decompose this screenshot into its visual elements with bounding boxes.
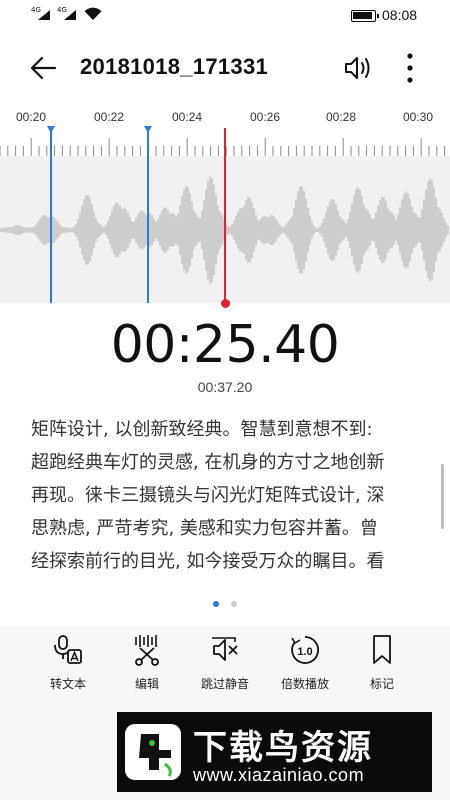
playback-speed-label: 倍数播放 — [280, 677, 329, 691]
recording-title: 20181018_171331 — [80, 54, 269, 79]
watermark-title: 下载鸟资源 — [193, 728, 373, 768]
bookmark-button[interactable]: 标记 — [344, 634, 420, 694]
skip-silence-button[interactable]: 跳过静音 — [187, 634, 263, 694]
page-indicator — [0, 600, 450, 610]
svg-text:1.0: 1.0 — [297, 646, 312, 658]
playhead-line[interactable] — [224, 128, 226, 303]
playhead-handle[interactable] — [221, 299, 230, 308]
toolbar: 20181018_171331 — [0, 40, 450, 96]
speech-to-text-label: 转文本 — [49, 677, 86, 691]
wifi-icon — [84, 7, 102, 21]
back-arrow-icon[interactable] — [28, 52, 60, 84]
status-time: 08:08 — [382, 7, 418, 23]
watermark-url: www.xiazainiao.com — [193, 765, 365, 785]
battery-icon — [351, 10, 379, 22]
bird-logo-icon — [125, 724, 181, 780]
waveform[interactable] — [0, 126, 450, 308]
status-bar: 4G 4G 08:08 — [0, 0, 450, 32]
current-time: 00:25.40 — [110, 315, 340, 375]
bookmark-label: 标记 — [369, 677, 394, 691]
transcript-line: 经探索前行的目光, 如今接受万众的瞩目。看 — [31, 551, 385, 572]
watermark-banner: 下载鸟资源 www.xiazainiao.com — [117, 712, 432, 792]
skip-silence-icon — [212, 637, 238, 661]
edit-button[interactable]: 编辑 — [109, 634, 185, 694]
scissors-edit-icon — [135, 635, 159, 666]
page-dot-active[interactable] — [213, 601, 219, 607]
speaker-icon[interactable] — [343, 53, 375, 83]
speech-to-text-icon — [54, 635, 82, 664]
transcript-line: 再现。徕卡三摄镜头与闪光灯矩阵式设计, 深 — [31, 485, 385, 506]
marker-line — [147, 128, 149, 303]
transcript-text[interactable]: 矩阵设计, 以创新致经典。智慧到意想不到: 超跑经典车灯的灵感, 在机身的方寸之… — [31, 413, 423, 583]
transcript-scrollbar[interactable] — [441, 464, 444, 529]
total-time: 00:37.20 — [197, 379, 253, 395]
speech-to-text-button[interactable]: 转文本 — [30, 634, 106, 694]
transcript-line: 超跑经典车灯的灵感, 在机身的方寸之地创新 — [31, 452, 385, 473]
marker-line — [50, 128, 52, 303]
page-dot[interactable] — [231, 601, 237, 607]
playback-speed-icon: 1.0 — [291, 636, 320, 664]
transcript-line: 矩阵设计, 以创新致经典。智慧到意想不到: — [31, 419, 373, 440]
skip-silence-label: 跳过静音 — [200, 677, 249, 691]
more-vertical-icon[interactable] — [398, 50, 422, 86]
edit-label: 编辑 — [134, 677, 159, 691]
transcript-line: 思熟虑, 严苛考究, 美感和实力包容并蓄。曾 — [31, 518, 378, 539]
playback-speed-button[interactable]: 1.0 倍数播放 — [267, 634, 343, 694]
bookmark-icon — [373, 635, 391, 664]
